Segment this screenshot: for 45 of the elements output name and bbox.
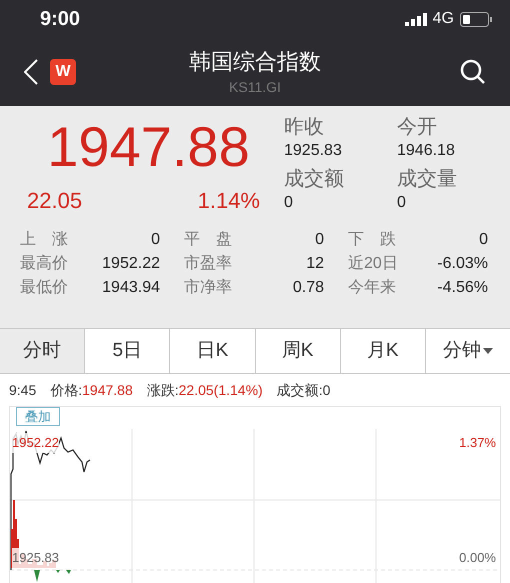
stat-value: 0 [479, 230, 488, 250]
stat-label: 上 涨 [20, 230, 68, 250]
status-time: 9:00 [40, 7, 80, 32]
network-label: 4G [432, 9, 454, 29]
stat-value: -4.56% [437, 278, 488, 298]
stat-value: 0.78 [292, 278, 324, 298]
stat-label: 最高价 [20, 254, 68, 274]
summary-label: 成交量 [397, 167, 458, 192]
stat-value: 0 [315, 230, 324, 250]
current-price: 1947.88 [46, 114, 250, 180]
stat-label: 今年来 [348, 278, 396, 298]
stat-label: 最低价 [20, 278, 68, 298]
stat-label: 市净率 [184, 278, 232, 298]
caret-icon [482, 348, 493, 354]
change-percent: 1.14% [198, 187, 260, 215]
stat-value: 1943.94 [102, 278, 160, 298]
stat-value: 1952.22 [102, 254, 160, 274]
stat-value: -6.03% [437, 254, 488, 274]
app-logo: W [50, 59, 76, 85]
stock-code: KS11.GI [229, 78, 281, 96]
stat-label: 下 跌 [348, 230, 396, 250]
page-title: 韩国综合指数 [189, 48, 321, 76]
summary-value: 0 [397, 193, 407, 213]
summary-label: 成交额 [284, 167, 345, 192]
signal-icon [404, 12, 427, 26]
summary-value: 1946.18 [397, 141, 456, 161]
quote-info-line: 9:45 价格:1947.88 涨跌:22.05(1.14%) 成交额:0 [8, 380, 332, 400]
stat-label: 近20日 [348, 254, 398, 274]
high-percent-label: 1.37% [459, 434, 496, 452]
high-price-label: 1952.22 [12, 433, 59, 452]
stat-label: 市盈率 [184, 254, 232, 274]
stat-value: 0 [151, 230, 160, 250]
base-percent-label: 0.00% [459, 549, 496, 567]
summary-value: 1925.83 [284, 141, 343, 161]
chart-tab[interactable]: 分时 [0, 329, 84, 373]
price-change: 22.05 [27, 187, 82, 215]
base-price-label: 1925.83 [12, 548, 59, 568]
summary-label: 今开 [397, 115, 438, 140]
back-icon[interactable] [24, 59, 38, 85]
battery-icon [460, 12, 492, 26]
stat-label: 平 盘 [184, 230, 232, 250]
stat-value: 12 [306, 254, 324, 274]
summary-label: 昨收 [284, 115, 325, 140]
search-icon[interactable] [460, 59, 486, 85]
summary-value: 0 [284, 193, 294, 213]
